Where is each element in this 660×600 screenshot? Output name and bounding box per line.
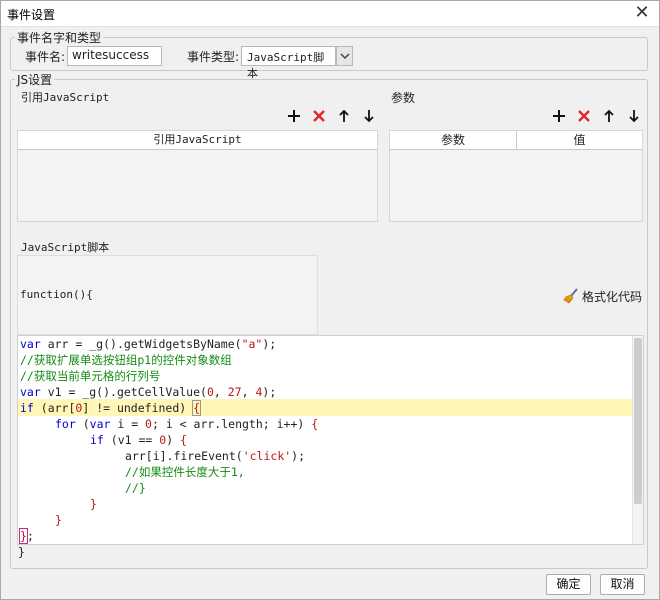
function-header-box: function(){ — [17, 255, 318, 335]
code-line-6: for (var i = 0; i < arr.length; i++) { — [55, 417, 319, 431]
param-name-column-header[interactable]: 参数 — [390, 131, 517, 150]
code-line-2: //获取扩展单选按钮组p1的控件对象数组 — [20, 353, 232, 367]
function-closing-brace: } — [18, 545, 25, 559]
format-code-label: 格式化代码 — [582, 289, 643, 304]
js-settings-legend: JS设置 — [17, 73, 53, 87]
code-line-7: if (v1 == 0) { — [90, 433, 187, 447]
param-delete-icon[interactable] — [575, 107, 593, 125]
cancel-button[interactable]: 取消 — [600, 574, 645, 595]
event-name-input[interactable]: writesuccess — [67, 46, 162, 66]
chevron-down-icon[interactable] — [336, 46, 353, 66]
close-icon[interactable]: ✕ — [631, 3, 653, 25]
code-line-3: //获取当前单元格的行列号 — [20, 369, 161, 383]
function-header: function(){ — [20, 288, 93, 301]
broom-icon — [563, 288, 578, 304]
script-title: JavaScript脚本 — [21, 241, 110, 254]
code-line-5: if (arr[0] != undefined) { — [20, 400, 202, 416]
delete-icon[interactable] — [310, 107, 328, 125]
ref-js-table[interactable]: 引用JavaScript — [17, 130, 378, 222]
code-line-8: arr[i].fireEvent('click'); — [125, 449, 306, 463]
event-type-label: 事件类型: — [187, 50, 240, 64]
code-editor[interactable]: var arr = _g().getWidgetsByName("a"); //… — [17, 335, 644, 545]
event-name-label: 事件名: — [25, 50, 66, 64]
code-line-1: var arr = _g().getWidgetsByName("a"); — [20, 337, 277, 351]
format-code-button[interactable]: 格式化代码 — [563, 287, 642, 305]
event-settings-dialog: 事件设置 ✕ 事件名字和类型 事件名: writesuccess 事件类型: J… — [0, 0, 660, 600]
event-type-select[interactable]: JavaScript脚本 — [241, 46, 336, 80]
arrow-up-icon[interactable] — [335, 107, 353, 125]
params-table-header: 参数 值 — [390, 131, 642, 150]
code-line-10: //} — [125, 481, 146, 495]
arrow-down-icon[interactable] — [360, 107, 378, 125]
params-table[interactable]: 参数 值 — [389, 130, 643, 222]
dialog-title: 事件设置 — [7, 8, 56, 22]
event-name-type-legend: 事件名字和类型 — [17, 31, 102, 45]
param-arrow-up-icon[interactable] — [600, 107, 618, 125]
params-title: 参数 — [391, 91, 416, 105]
ref-js-table-header: 引用JavaScript — [18, 131, 377, 150]
title-bar: 事件设置 ✕ — [1, 1, 659, 27]
param-plus-icon[interactable] — [550, 107, 568, 125]
code-line-12: } — [55, 513, 62, 527]
param-arrow-down-icon[interactable] — [625, 107, 643, 125]
code-line-4: var v1 = _g().getCellValue(0, 27, 4); — [20, 385, 277, 399]
code-line-13: }; — [19, 528, 34, 544]
param-value-column-header[interactable]: 值 — [517, 131, 642, 150]
plus-icon[interactable] — [285, 107, 303, 125]
ref-js-column-header[interactable]: 引用JavaScript — [18, 131, 377, 150]
editor-scrollbar-thumb[interactable] — [634, 338, 642, 504]
ref-js-title: 引用JavaScript — [21, 91, 110, 104]
code-line-9: //如果控件长度大于1, — [125, 465, 245, 479]
code-line-11: } — [90, 497, 97, 511]
ok-button[interactable]: 确定 — [546, 574, 591, 595]
